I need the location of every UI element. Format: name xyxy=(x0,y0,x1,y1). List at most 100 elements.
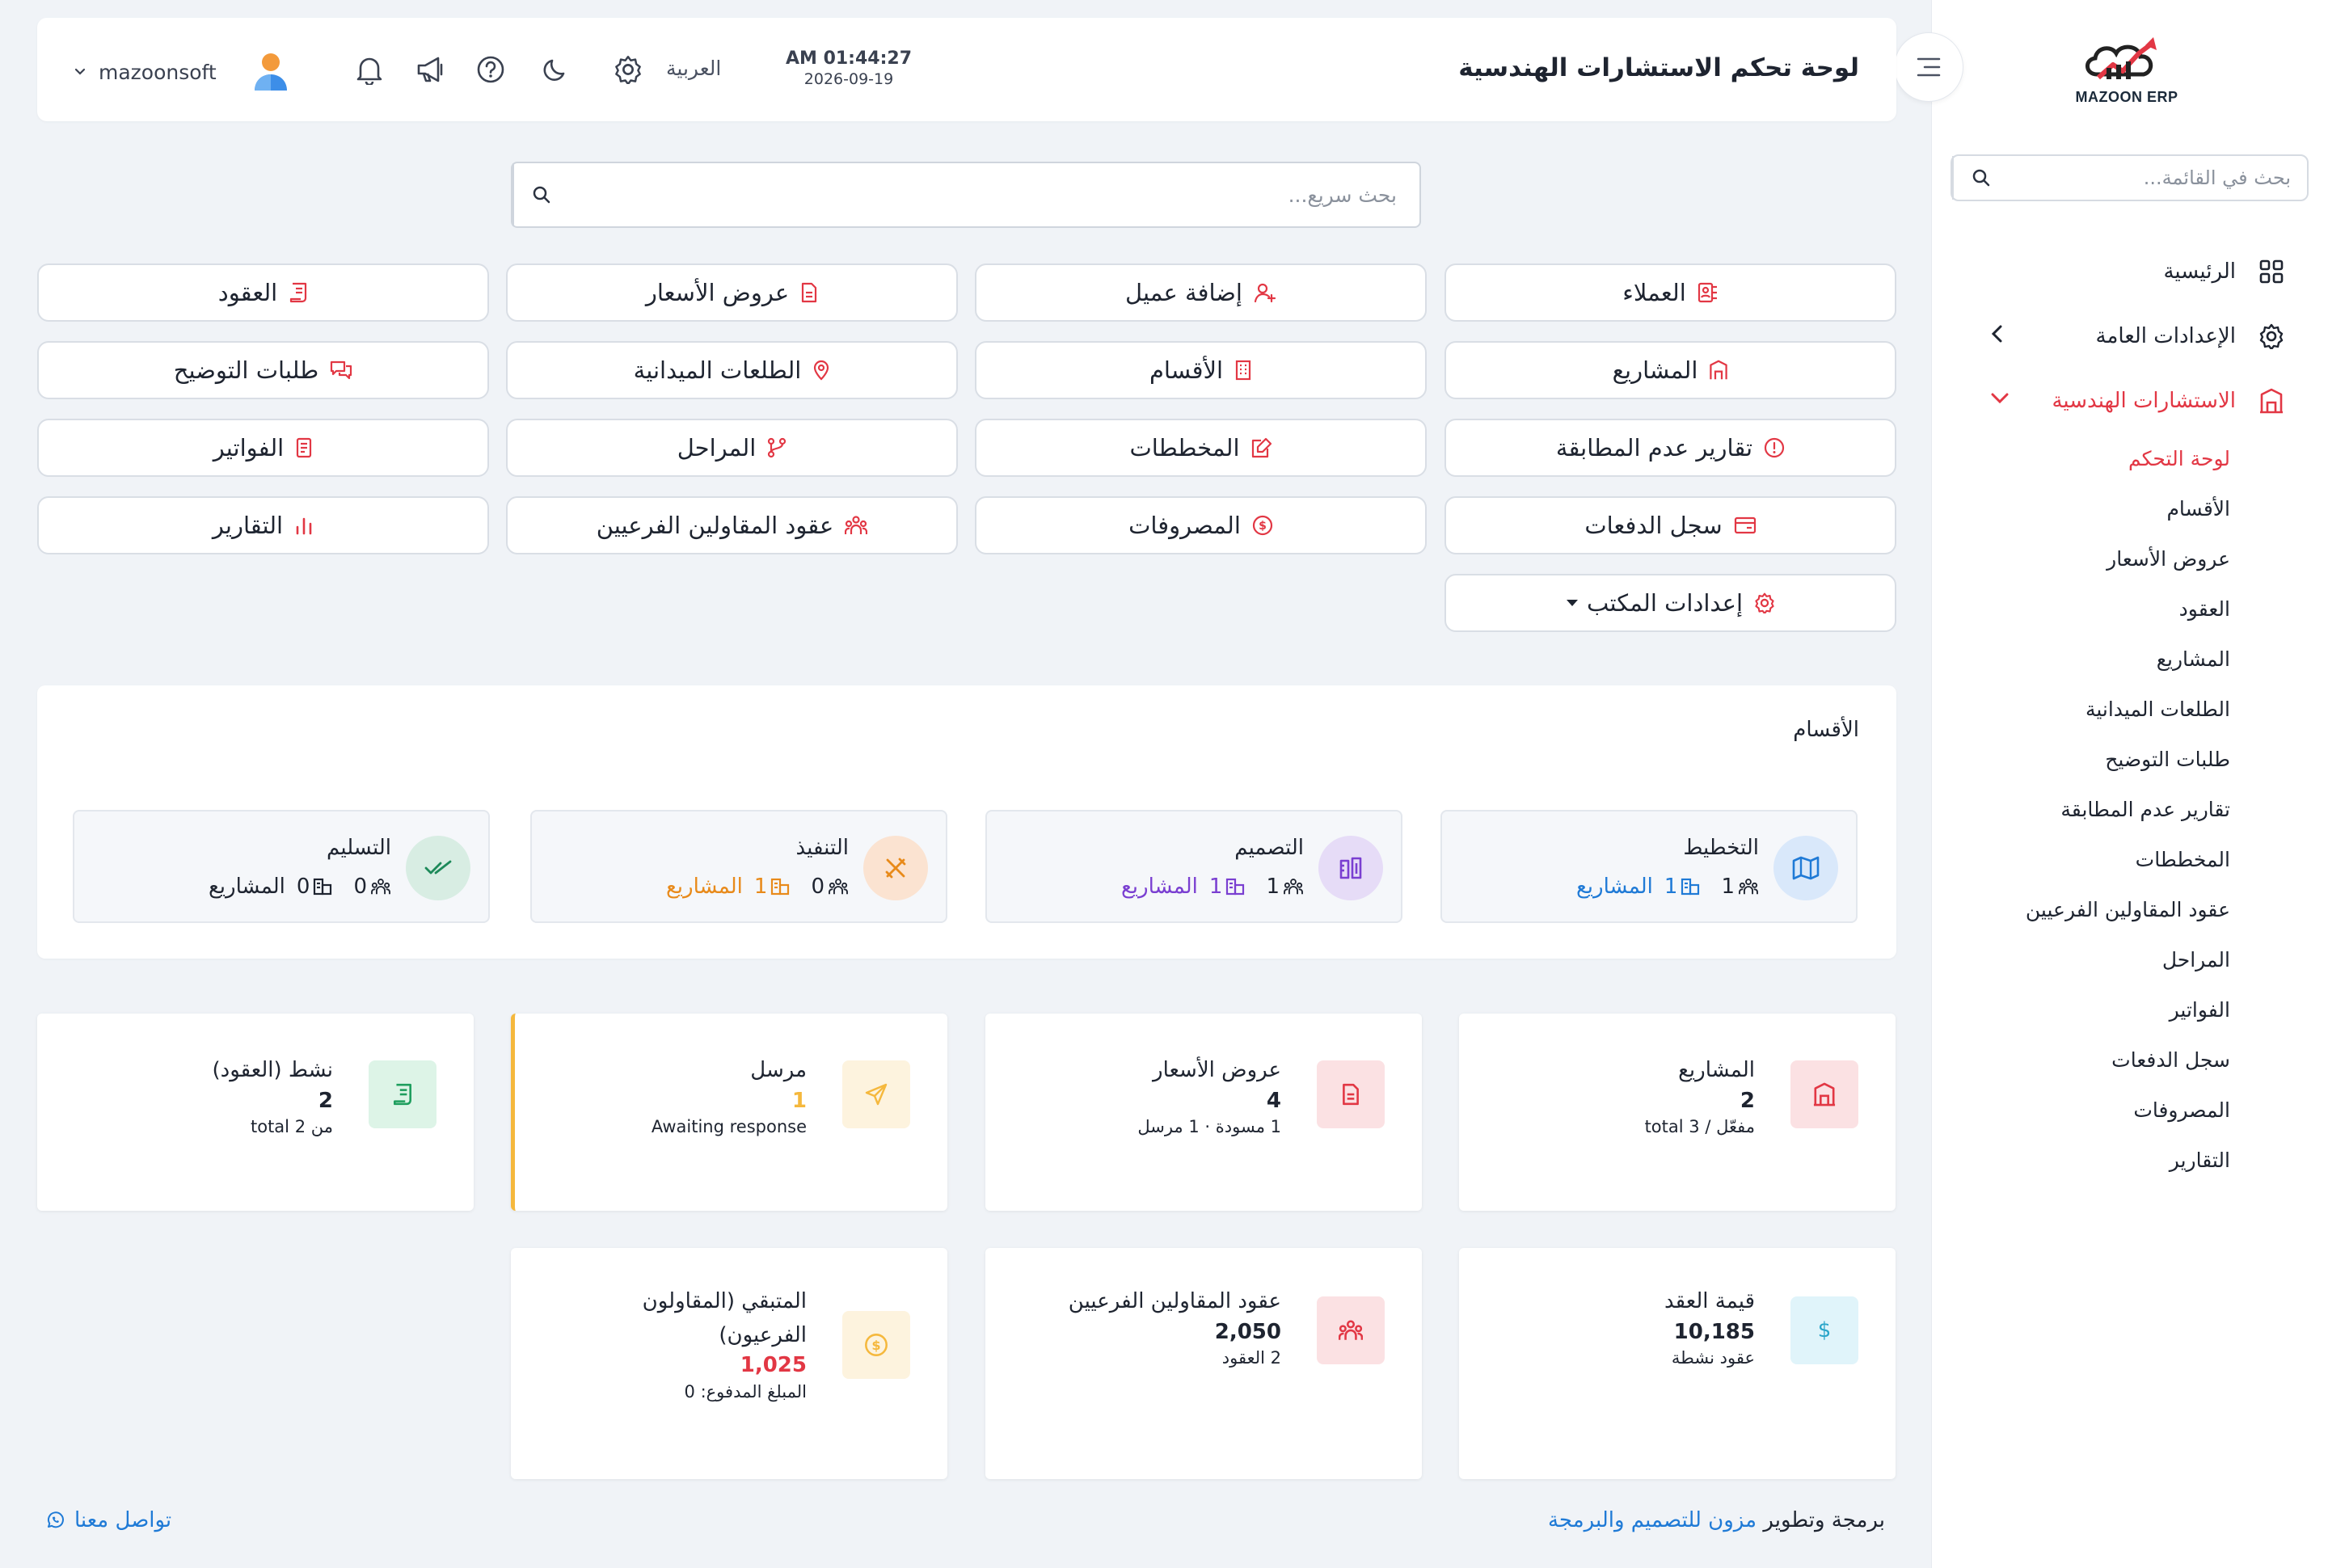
grid-icon xyxy=(2257,257,2286,286)
sidebar-toggle-button[interactable] xyxy=(1894,32,1963,102)
department-card-delivery[interactable]: التسليم 0 0 المشاريع xyxy=(73,810,490,923)
submenu-item-subcontracts[interactable]: عقود المقاولين الفرعيين xyxy=(1931,884,2230,934)
submenu-item-drawings[interactable]: المخططات xyxy=(1931,834,2230,884)
quick-button-drawings[interactable]: المخططات xyxy=(975,419,1427,477)
announcements-button[interactable] xyxy=(411,50,450,89)
quick-button-departments[interactable]: الأقسام xyxy=(975,341,1427,399)
submenu-item-ncr[interactable]: تقارير عدم المطابقة xyxy=(1931,784,2230,834)
quick-button-clarifications[interactable]: طلبات التوضيح xyxy=(37,341,489,399)
logo[interactable]: MAZOON ERP xyxy=(2074,36,2179,110)
stat-card-quotations[interactable]: عروض الأسعار 4 1 مسودة · 1 مرسل xyxy=(985,1014,1422,1211)
settings-button[interactable] xyxy=(609,50,647,89)
quick-button-office-settings[interactable]: إعدادات المكتب xyxy=(1444,574,1896,632)
help-button[interactable] xyxy=(471,50,510,89)
submenu-item-departments[interactable]: الأقسام xyxy=(1931,483,2230,533)
submenu-item-payments[interactable]: سجل الدفعات xyxy=(1931,1035,2230,1085)
clock: AM 01:44:27 2026-09-19 xyxy=(768,48,930,88)
team-icon xyxy=(845,515,868,536)
contact-us-link[interactable]: تواصل معنا xyxy=(45,1508,171,1532)
department-stats: 1 1 المشاريع xyxy=(1555,875,1759,899)
stat-card-remaining-subcontractors[interactable]: $ المتبقي (المقاولون الفرعيون) 1,025 الم… xyxy=(511,1248,947,1479)
add-user-icon xyxy=(1254,282,1276,303)
alert-circle-icon xyxy=(1764,437,1785,458)
coin-icon: $ xyxy=(1252,515,1273,536)
sidebar-item-engineering[interactable]: الاستشارات الهندسية xyxy=(1931,369,2328,433)
quick-button-clients[interactable]: العملاء xyxy=(1444,263,1896,322)
wallet-icon xyxy=(1734,516,1757,535)
sidebar-menu: الرئيسية الإعدادات العامة الاستشارات اله… xyxy=(1931,239,2328,1185)
avatar[interactable] xyxy=(252,52,289,92)
department-card-design[interactable]: التصميم 1 1 المشاريع xyxy=(985,810,1402,923)
sidebar-search-button[interactable] xyxy=(1952,156,2009,200)
notifications-button[interactable] xyxy=(350,50,389,89)
footer-credit: برمجة وتطوير مزون للتصميم والبرمجة xyxy=(1548,1508,1885,1532)
team-icon xyxy=(371,879,390,895)
department-name: التنفيذ xyxy=(795,836,849,860)
quick-button-add-client[interactable]: إضافة عميل xyxy=(975,263,1427,322)
language-switch[interactable]: العربية xyxy=(666,57,721,80)
building-icon xyxy=(2257,386,2286,415)
buildings-icon xyxy=(771,878,790,896)
submenu-item-expenses[interactable]: المصروفات xyxy=(1931,1085,2230,1135)
submenu-item-phases[interactable]: المراحل xyxy=(1931,934,2230,984)
user-menu[interactable]: mazoonsoft xyxy=(74,52,289,92)
stat-value: 4 xyxy=(1266,1088,1281,1113)
stat-label: المتبقي (المقاولون الفرعيون) xyxy=(642,1289,807,1347)
quick-button-payments[interactable]: سجل الدفعات xyxy=(1444,496,1896,554)
quick-button-quotations[interactable]: عروض الأسعار xyxy=(506,263,958,322)
top-header: لوحة تحكم الاستشارات الهندسية AM 01:44:2… xyxy=(37,18,1896,121)
department-name: التخطيط xyxy=(1683,836,1759,860)
buildings-icon xyxy=(314,878,332,896)
sidebar-item-general-settings[interactable]: الإعدادات العامة xyxy=(1931,304,2328,369)
sidebar-search-input[interactable] xyxy=(2009,156,2307,200)
stat-card-subcontracts[interactable]: عقود المقاولين الفرعيين 2,050 2 العقود xyxy=(985,1248,1422,1479)
submenu-item-contracts[interactable]: العقود xyxy=(1931,584,2230,634)
quick-button-subcontracts[interactable]: عقود المقاولين الفرعيين xyxy=(506,496,958,554)
submenu-item-reports[interactable]: التقارير xyxy=(1931,1135,2230,1185)
quick-button-label: إضافة عميل xyxy=(1125,279,1242,306)
stat-text: نشط (العقود) 2 من 2 total xyxy=(212,1054,333,1136)
stat-card-sent[interactable]: مرسل 1 Awaiting response xyxy=(511,1014,947,1211)
team-icon xyxy=(1284,879,1303,895)
submenu-item-quotations[interactable]: عروض الأسعار xyxy=(1931,533,2230,584)
submenu-item-invoices[interactable]: الفواتير xyxy=(1931,984,2230,1035)
chevron-left-icon xyxy=(1991,325,2002,343)
stat-text: عقود المقاولين الفرعيين 2,050 2 العقود xyxy=(1069,1285,1281,1368)
quick-button-contracts[interactable]: العقود xyxy=(37,263,489,322)
submenu-item-dashboard[interactable]: لوحة التحكم xyxy=(1931,433,2230,483)
stat-card-projects[interactable]: المشاريع 2 مفعّل / 3 total xyxy=(1459,1014,1896,1211)
departments-title: الأقسام xyxy=(1793,718,1859,742)
team-icon xyxy=(1317,1296,1385,1364)
department-members: 1 xyxy=(1266,875,1304,899)
quick-button-projects[interactable]: المشاريع xyxy=(1444,341,1896,399)
department-stats: 1 1 المشاريع xyxy=(1100,875,1304,899)
stat-label: عروض الأسعار xyxy=(1153,1058,1281,1082)
quick-search-input[interactable] xyxy=(569,163,1419,226)
chat-icon xyxy=(330,360,352,380)
department-card-execution[interactable]: التنفيذ 0 1 المشاريع xyxy=(530,810,947,923)
stat-card-active-contracts[interactable]: نشط (العقود) 2 من 2 total xyxy=(37,1014,474,1211)
quick-search xyxy=(511,162,1421,228)
quick-button-invoices[interactable]: الفواتير xyxy=(37,419,489,477)
stat-label: المشاريع xyxy=(1678,1058,1755,1082)
stat-subtext: 2 العقود xyxy=(1221,1348,1281,1368)
quick-button-phases[interactable]: المراحل xyxy=(506,419,958,477)
design-icon xyxy=(1318,836,1383,900)
stat-card-contract-value[interactable]: $ قيمة العقد 10,185 عقود نشطة xyxy=(1459,1248,1896,1479)
department-card-planning[interactable]: التخطيط 1 1 المشاريع xyxy=(1440,810,1858,923)
department-members: 0 xyxy=(353,875,391,899)
quick-search-button[interactable] xyxy=(512,163,569,226)
submenu-item-clarifications[interactable]: طلبات التوضيح xyxy=(1931,734,2230,784)
dark-mode-button[interactable] xyxy=(537,50,576,89)
sidebar-item-home[interactable]: الرئيسية xyxy=(1931,239,2328,304)
quick-button-expenses[interactable]: $ المصروفات xyxy=(975,496,1427,554)
stat-value: 2 xyxy=(1740,1088,1755,1113)
stat-subtext: 1 مسودة · 1 مرسل xyxy=(1137,1117,1281,1137)
submenu-item-projects[interactable]: المشاريع xyxy=(1931,634,2230,684)
quick-button-site-visits[interactable]: الطلعات الميدانية xyxy=(506,341,958,399)
quick-button-ncr[interactable]: تقارير عدم المطابقة xyxy=(1444,419,1896,477)
quick-button-reports[interactable]: التقارير xyxy=(37,496,489,554)
stat-label: مرسل xyxy=(750,1058,807,1082)
footer-credit-link[interactable]: مزون للتصميم والبرمجة xyxy=(1548,1508,1757,1532)
submenu-item-site-visits[interactable]: الطلعات الميدانية xyxy=(1931,684,2230,734)
